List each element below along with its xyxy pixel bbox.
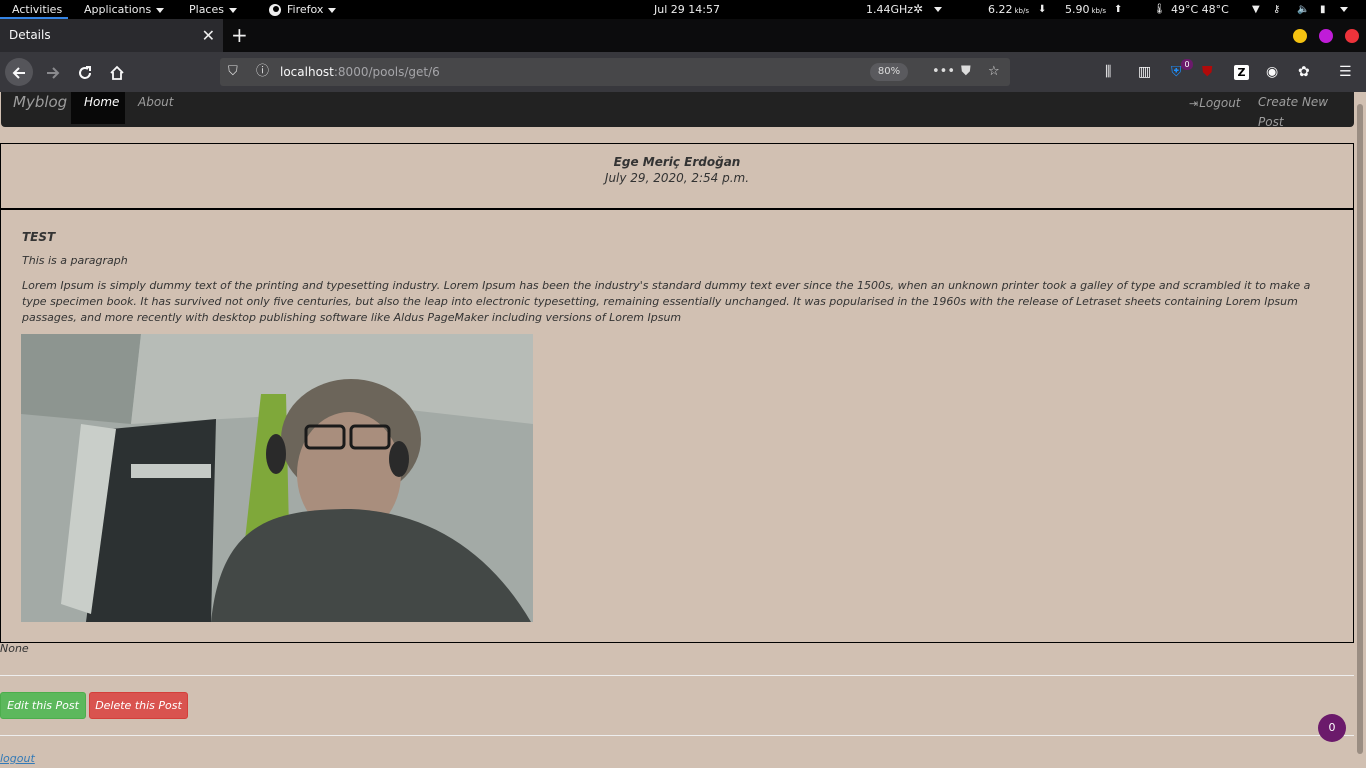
home-button[interactable]: [103, 58, 131, 86]
volume-icon[interactable]: 🔈: [1297, 0, 1309, 19]
home-icon: [110, 65, 124, 80]
login-icon: ⇥: [1189, 97, 1199, 110]
zoom-level-badge[interactable]: 80%: [870, 63, 908, 81]
nav-create-post-link[interactable]: Create New Post: [1258, 92, 1354, 132]
post-extra-field: None: [0, 642, 29, 655]
reload-icon: [79, 65, 91, 79]
cpu-dropdown-icon[interactable]: [934, 0, 942, 19]
system-top-bar: Activities Applications Places Firefox J…: [0, 0, 1366, 19]
page-content: Myblog Home About ⇥Logout Create New Pos…: [0, 92, 1366, 768]
post-photo-illustration: [21, 334, 533, 622]
thermometer-icon: 🌡: [1153, 4, 1166, 15]
post-body-text: Lorem Ipsum is simply dummy text of the …: [22, 279, 1311, 324]
url-path: :8000/pools/get/6: [333, 65, 440, 79]
places-menu[interactable]: Places: [189, 0, 237, 19]
tab-details[interactable]: Details ✕: [0, 19, 223, 52]
firefox-label: Firefox: [287, 3, 324, 16]
new-tab-button[interactable]: +: [231, 19, 248, 52]
logout-link[interactable]: logout: [0, 752, 35, 765]
back-button[interactable]: [5, 58, 33, 86]
net-download: 6.22 kb/s: [988, 0, 1029, 19]
site-info-icon[interactable]: ⓘ: [256, 58, 269, 86]
firefox-icon: [269, 4, 281, 16]
arrow-left-icon: [12, 66, 25, 79]
page-scrollbar[interactable]: [1354, 92, 1366, 768]
delete-post-button[interactable]: Delete this Post: [89, 692, 188, 719]
applications-menu[interactable]: Applications: [84, 0, 165, 19]
library-icon[interactable]: ⫼: [1105, 52, 1111, 92]
arrow-right-icon: [47, 66, 60, 79]
hamburger-menu-icon[interactable]: ☰: [1339, 52, 1352, 92]
post-paragraph: This is a paragraph: [22, 254, 128, 267]
net-download-value: 6.22: [988, 3, 1013, 16]
zotero-icon[interactable]: Z: [1234, 65, 1249, 80]
close-window-button[interactable]: [1345, 29, 1359, 43]
brand-link[interactable]: Myblog: [13, 93, 67, 111]
tab-strip: Details ✕ +: [0, 19, 1366, 52]
sidebar-icon[interactable]: ▥: [1138, 52, 1151, 92]
page-actions-icon[interactable]: •••: [932, 58, 955, 86]
forward-button[interactable]: [39, 58, 67, 86]
battery-icon[interactable]: ▮: [1320, 0, 1326, 19]
floating-notification-badge[interactable]: 0: [1318, 714, 1346, 742]
post-header: Ege Meriç Erdoğan July 29, 2020, 2:54 p.…: [0, 143, 1354, 209]
nav-logout-link[interactable]: ⇥Logout: [1189, 96, 1241, 111]
cpu-frequency[interactable]: 1.44GHz: [866, 0, 913, 19]
browser-toolbar: ⛉ ⓘ localhost:8000/pools/get/6 80% ••• ⛊…: [0, 52, 1366, 92]
upload-arrow-icon: ⬆: [1114, 4, 1123, 15]
temperature-readout[interactable]: 49°C 48°C: [1171, 0, 1229, 19]
net-upload-unit: kb/s: [1091, 7, 1107, 15]
net-upload: 5.90 kb/s: [1065, 0, 1106, 19]
net-download-unit: kb/s: [1014, 7, 1030, 15]
ublock-icon[interactable]: ⛊: [1202, 52, 1213, 92]
post-date: July 29, 2020, 2:54 p.m.: [604, 171, 750, 185]
bookmark-star-icon[interactable]: ☆: [988, 58, 1000, 86]
close-tab-icon[interactable]: ✕: [202, 19, 215, 52]
chevron-down-icon: [228, 7, 237, 13]
clock-label: Jul 29 14:57: [654, 3, 720, 16]
download-arrow-icon: ⬇: [1038, 4, 1047, 15]
chevron-down-icon: [156, 7, 165, 13]
wifi-icon[interactable]: ▼: [1252, 0, 1260, 19]
gnome-extension-icon[interactable]: ✿: [1298, 52, 1310, 92]
cpu-icon: ✲: [913, 2, 924, 16]
post-body: TEST This is a paragraph Lorem Ipsum is …: [0, 208, 1354, 643]
extension-badge: 0: [1181, 59, 1193, 70]
applications-label: Applications: [84, 3, 152, 16]
divider: [0, 735, 1354, 736]
activities-label: Activities: [12, 3, 63, 16]
maximize-window-button[interactable]: [1319, 29, 1333, 43]
post-image: [21, 334, 533, 622]
edit-post-button[interactable]: Edit this Post: [0, 692, 86, 719]
temperature-label: 49°C 48°C: [1171, 3, 1229, 16]
chevron-down-icon: [328, 7, 337, 13]
minimize-window-button[interactable]: [1293, 29, 1307, 43]
url-host: localhost: [280, 65, 334, 79]
firefox-app-menu[interactable]: Firefox: [268, 0, 337, 19]
blog-navbar: Myblog Home About ⇥Logout Create New Pos…: [1, 92, 1354, 129]
cpu-frequency-label: 1.44GHz: [866, 3, 914, 16]
url-bar[interactable]: ⛉ ⓘ localhost:8000/pools/get/6 80% ••• ⛊…: [220, 58, 1010, 86]
nav-home-link[interactable]: Home: [71, 92, 125, 124]
places-label: Places: [189, 3, 224, 16]
post-title: TEST: [22, 230, 56, 244]
net-upload-value: 5.90: [1065, 3, 1090, 16]
url-text[interactable]: localhost:8000/pools/get/6: [280, 58, 440, 86]
reload-button[interactable]: [71, 58, 99, 86]
nav-logout-label: Logout: [1199, 96, 1241, 110]
clock[interactable]: Jul 29 14:57: [654, 0, 720, 19]
divider: [0, 675, 1354, 676]
tracking-shield-icon[interactable]: ⛉: [228, 58, 238, 86]
tab-title: Details: [9, 28, 51, 42]
pocket-icon[interactable]: ⛊: [961, 58, 971, 86]
extension-icon[interactable]: ⛨: [1171, 52, 1182, 92]
nav-about-link[interactable]: About: [138, 92, 173, 112]
post-author: Ege Meriç Erdoğan: [613, 155, 741, 169]
account-icon[interactable]: ◉: [1266, 52, 1278, 92]
key-icon[interactable]: ⚷: [1273, 0, 1280, 19]
system-menu-dropdown[interactable]: [1340, 0, 1348, 19]
scrollbar-thumb[interactable]: [1357, 104, 1363, 754]
